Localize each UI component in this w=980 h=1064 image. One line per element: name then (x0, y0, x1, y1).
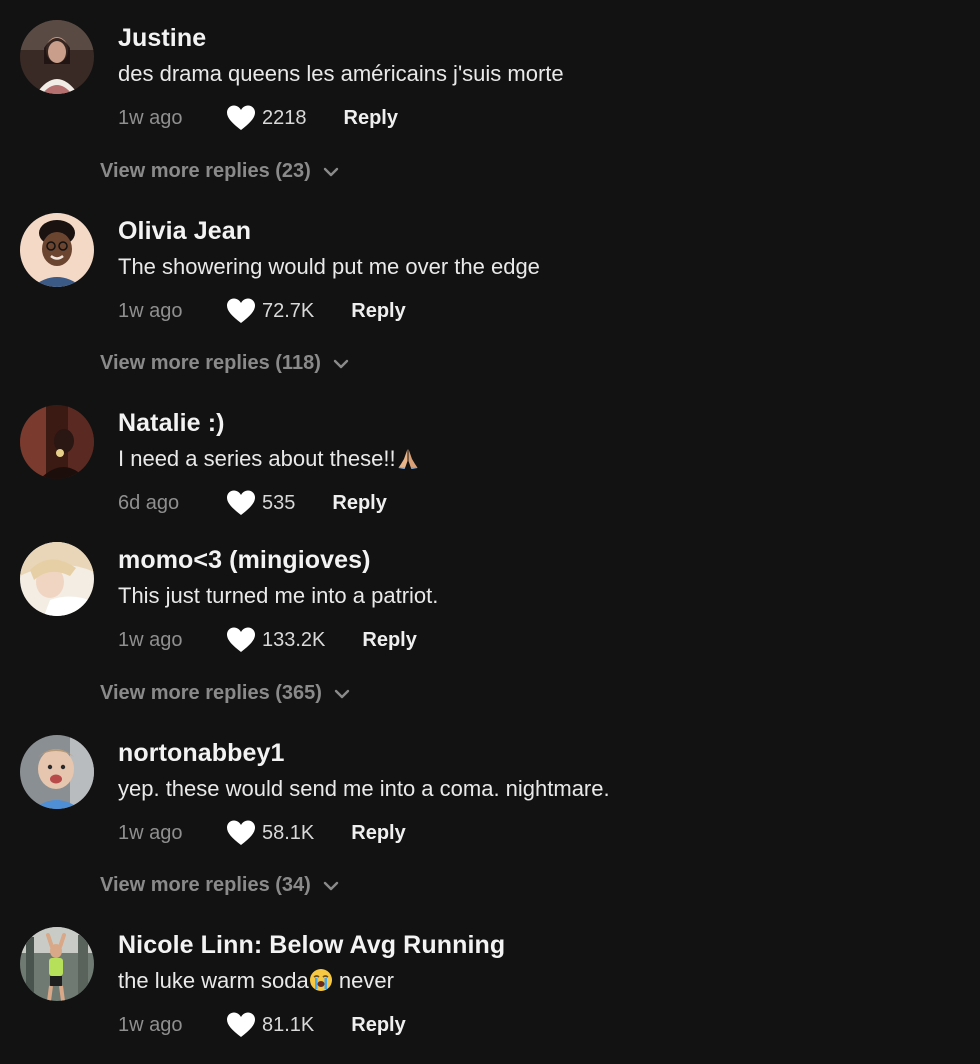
avatar[interactable] (20, 927, 94, 1001)
comment-meta: 1w ago 2218 Reply (118, 102, 398, 134)
avatar-photo-icon (20, 735, 94, 809)
comment: Natalie :) I need a series about these!!… (0, 405, 980, 525)
heart-icon (227, 490, 255, 515)
chevron-down-icon (323, 167, 339, 176)
like-count: 133.2K (262, 628, 326, 651)
comment-list: Justine des drama queens les américains … (0, 0, 980, 1064)
comment-text-body: the luke warm soda (118, 968, 309, 993)
loudly-crying-face-emoji-icon (309, 968, 333, 992)
comment: momo<3 (mingioves) This just turned me i… (0, 542, 980, 662)
timestamp: 1w ago (118, 299, 183, 322)
chevron-down-icon (323, 881, 339, 890)
view-more-replies-button[interactable]: View more replies (118) (100, 352, 349, 375)
reply-button[interactable]: Reply (351, 300, 405, 323)
chevron-down-icon (334, 689, 350, 698)
view-more-replies-button[interactable]: View more replies (23) (100, 160, 339, 183)
reply-button[interactable]: Reply (344, 107, 398, 130)
username[interactable]: momo<3 (mingioves) (118, 546, 371, 575)
view-more-replies-label: View more replies (365) (100, 682, 322, 704)
comment-text: This just turned me into a patriot. (118, 583, 439, 608)
like-button[interactable]: 72.7K (226, 297, 314, 325)
comment: nortonabbey1 yep. these would send me in… (0, 735, 980, 855)
comment-meta: 6d ago 535 Reply (118, 487, 387, 519)
comment-text: the luke warm soda never (118, 968, 394, 994)
like-count: 81.1K (262, 1013, 315, 1036)
avatar-photo-icon (20, 213, 94, 287)
avatar[interactable] (20, 213, 94, 287)
timestamp: 1w ago (118, 628, 183, 651)
chevron-down-icon (333, 359, 349, 368)
view-more-replies-button[interactable]: View more replies (34) (100, 874, 339, 897)
view-more-replies-label: View more replies (34) (100, 874, 311, 896)
reply-button[interactable]: Reply (362, 629, 416, 652)
comment: Justine des drama queens les américains … (0, 20, 980, 140)
like-count: 2218 (262, 106, 307, 129)
timestamp: 6d ago (118, 491, 180, 514)
timestamp: 1w ago (118, 106, 183, 129)
timestamp: 1w ago (118, 1013, 183, 1036)
username[interactable]: nortonabbey1 (118, 739, 285, 768)
reply-button[interactable]: Reply (351, 1014, 405, 1037)
comment-text: yep. these would send me into a coma. ni… (118, 776, 610, 801)
comment-text: I need a series about these!! (118, 446, 420, 472)
comment-text: The showering would put me over the edge (118, 254, 540, 279)
comment: Nicole Linn: Below Avg Running the luke … (0, 927, 980, 1047)
comment: Olivia Jean The showering would put me o… (0, 213, 980, 333)
view-more-replies-label: View more replies (118) (100, 352, 321, 374)
avatar-photo-icon (20, 20, 94, 94)
like-count: 58.1K (262, 821, 315, 844)
username[interactable]: Natalie :) (118, 409, 225, 438)
comment-meta: 1w ago 81.1K Reply (118, 1009, 406, 1041)
view-more-replies-button[interactable]: View more replies (365) (100, 682, 350, 705)
heart-icon (227, 105, 255, 130)
username[interactable]: Olivia Jean (118, 217, 251, 246)
comment-text-tail: never (332, 968, 394, 993)
comment-text-body: I need a series about these!! (118, 446, 396, 471)
view-more-replies-label: View more replies (23) (100, 160, 311, 182)
reply-button[interactable]: Reply (351, 822, 405, 845)
like-button[interactable]: 535 (226, 489, 295, 517)
avatar-photo-icon (20, 927, 94, 1001)
avatar[interactable] (20, 735, 94, 809)
heart-icon (227, 1012, 255, 1037)
comment-meta: 1w ago 58.1K Reply (118, 817, 406, 849)
heart-icon (227, 627, 255, 652)
like-count: 535 (262, 491, 296, 514)
like-button[interactable]: 133.2K (226, 626, 325, 654)
comment-meta: 1w ago 133.2K Reply (118, 624, 417, 656)
timestamp: 1w ago (118, 821, 183, 844)
avatar-photo-icon (20, 542, 94, 616)
username[interactable]: Nicole Linn: Below Avg Running (118, 931, 505, 960)
comment-meta: 1w ago 72.7K Reply (118, 295, 406, 327)
avatar[interactable] (20, 542, 94, 616)
username[interactable]: Justine (118, 24, 206, 53)
folded-hands-emoji-icon (396, 446, 420, 470)
reply-button[interactable]: Reply (332, 492, 386, 515)
avatar-photo-icon (20, 405, 94, 479)
avatar[interactable] (20, 405, 94, 479)
heart-icon (227, 820, 255, 845)
comment-text: des drama queens les américains j'suis m… (118, 61, 564, 86)
like-button[interactable]: 81.1K (226, 1011, 314, 1039)
like-count: 72.7K (262, 299, 315, 322)
heart-icon (227, 298, 255, 323)
like-button[interactable]: 58.1K (226, 819, 314, 847)
like-button[interactable]: 2218 (226, 104, 307, 132)
avatar[interactable] (20, 20, 94, 94)
